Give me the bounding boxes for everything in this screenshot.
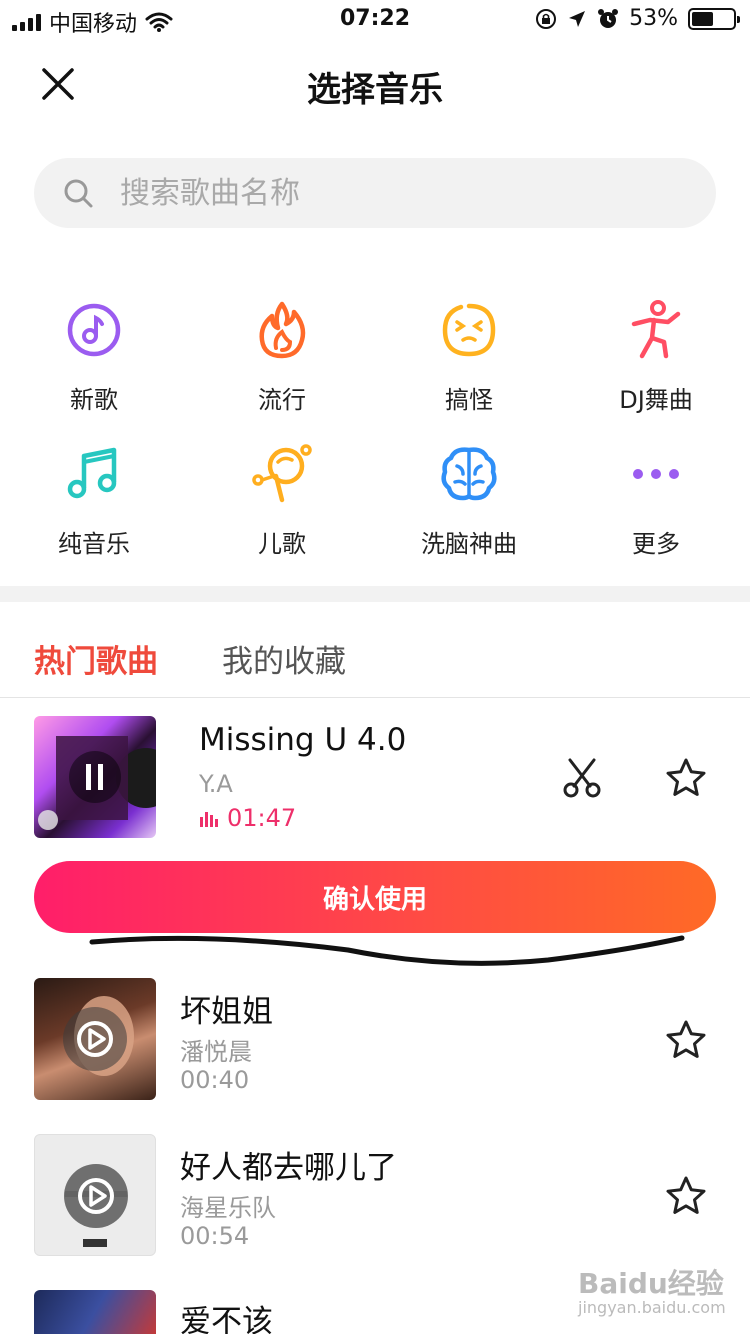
song-duration: 00:40 bbox=[180, 1066, 250, 1094]
category-label: 纯音乐 bbox=[58, 530, 130, 558]
music-note-icon bbox=[67, 447, 117, 499]
tab-favorites[interactable]: 我的收藏 bbox=[222, 636, 346, 681]
favorite-star-icon[interactable] bbox=[664, 1018, 708, 1062]
rotation-lock-icon bbox=[536, 8, 557, 29]
flame-icon bbox=[259, 301, 306, 359]
confirm-use-button[interactable]: 确认使用 bbox=[34, 861, 716, 933]
album-cover[interactable] bbox=[34, 978, 156, 1100]
watermark: Baidu经验 bbox=[578, 1267, 724, 1300]
category-kids[interactable]: 儿歌 bbox=[207, 442, 357, 559]
section-divider bbox=[0, 586, 750, 602]
search-bar[interactable] bbox=[34, 158, 716, 228]
album-art bbox=[64, 1164, 128, 1247]
category-funny[interactable]: 搞怪 bbox=[394, 298, 544, 415]
lollipop-icon bbox=[252, 444, 312, 503]
category-brainwash[interactable]: 洗脑神曲 bbox=[394, 442, 544, 559]
song-duration: 00:54 bbox=[180, 1222, 250, 1250]
hand-drawn-underline bbox=[89, 935, 685, 966]
category-label: 流行 bbox=[258, 386, 306, 414]
location-icon bbox=[569, 10, 586, 27]
playing-bars-icon bbox=[200, 812, 218, 827]
album-cover[interactable] bbox=[34, 716, 156, 838]
music-disc-icon bbox=[67, 303, 121, 357]
album-art bbox=[38, 736, 156, 830]
category-more[interactable]: 更多 bbox=[581, 442, 731, 559]
album-cover[interactable] bbox=[34, 1134, 156, 1256]
page-title: 选择音乐 bbox=[307, 70, 443, 110]
song-artist: 海星乐队 bbox=[180, 1194, 276, 1222]
tab-hot-songs[interactable]: 热门歌曲 bbox=[34, 636, 158, 681]
more-dots-icon bbox=[633, 469, 679, 479]
funny-face-icon bbox=[442, 303, 496, 357]
category-popular[interactable]: 流行 bbox=[207, 298, 357, 415]
brain-icon bbox=[441, 447, 497, 501]
tab-divider bbox=[0, 697, 750, 698]
album-cover[interactable] bbox=[34, 1290, 156, 1334]
song-artist: 潘悦晨 bbox=[180, 1038, 252, 1066]
category-label: 儿歌 bbox=[258, 530, 306, 558]
song-title: Missing U 4.0 bbox=[199, 722, 407, 758]
category-instrumental[interactable]: 纯音乐 bbox=[19, 442, 169, 559]
song-title: 好人都去哪儿了 bbox=[180, 1150, 397, 1186]
alarm-icon bbox=[598, 8, 619, 28]
status-bar: 中国移动 07:22 53% bbox=[0, 0, 750, 40]
battery-icon bbox=[688, 7, 740, 30]
category-label: 搞怪 bbox=[445, 386, 493, 414]
category-label: 新歌 bbox=[70, 386, 118, 414]
song-title: 坏姐姐 bbox=[180, 994, 273, 1030]
scissors-icon[interactable] bbox=[560, 756, 604, 800]
favorite-star-icon[interactable] bbox=[664, 756, 708, 800]
category-label: 更多 bbox=[632, 530, 680, 558]
category-new-songs[interactable]: 新歌 bbox=[19, 298, 169, 415]
search-icon bbox=[64, 179, 93, 208]
dancer-icon bbox=[631, 300, 681, 359]
song-artist: Y.A bbox=[199, 770, 233, 798]
watermark-url: jingyan.baidu.com bbox=[578, 1298, 726, 1317]
battery-percent: 53% bbox=[629, 6, 678, 31]
category-label: 洗脑神曲 bbox=[421, 530, 517, 558]
category-label: DJ舞曲 bbox=[619, 386, 693, 414]
song-title: 爱不该 bbox=[180, 1304, 273, 1334]
album-art bbox=[63, 996, 134, 1076]
search-input[interactable] bbox=[120, 158, 680, 228]
status-right: 53% bbox=[535, 6, 740, 31]
song-duration: 01:47 bbox=[227, 804, 297, 832]
battery-fill bbox=[692, 11, 714, 26]
category-dj[interactable]: DJ舞曲 bbox=[581, 298, 731, 415]
favorite-star-icon[interactable] bbox=[664, 1174, 708, 1218]
